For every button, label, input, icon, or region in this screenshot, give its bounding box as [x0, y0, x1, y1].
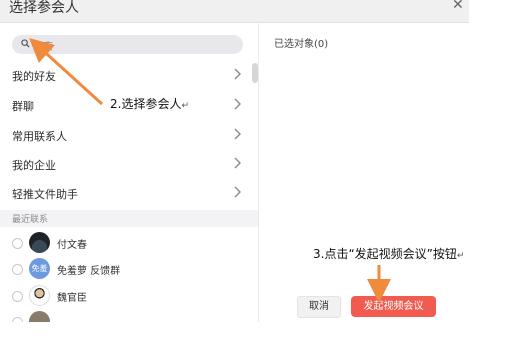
annotation-step3: 3.点击“发起视频会议”按钮↵	[313, 245, 464, 262]
chevron-right-icon	[234, 186, 241, 198]
radio-button[interactable]	[12, 317, 23, 322]
recent-contacts-label: 最近联系	[12, 215, 49, 225]
annotation-step2: 2.选择参会人↵	[110, 95, 189, 112]
search-input[interactable]: 搜索	[12, 35, 243, 54]
recent-contacts-header: 最近联系	[0, 210, 258, 227]
chevron-right-icon	[234, 157, 241, 169]
annotation-step3-text: 3.点击“发起视频会议”按钮	[313, 247, 457, 261]
avatar	[29, 285, 50, 306]
menu-item-frequent-contacts[interactable]: 常用联系人	[0, 121, 250, 149]
annotation-return-mark: ↵	[181, 101, 189, 111]
contact-name: 免羞萝 反馈群	[57, 266, 121, 277]
menu-item-label: 群聊	[12, 100, 34, 113]
chevron-right-icon	[234, 128, 241, 140]
search-icon	[21, 39, 30, 48]
menu-item-file-assistant[interactable]: 轻推文件助手	[0, 179, 250, 207]
select-participants-dialog: 选择参会人 ✕ 搜索 我的好友 群聊 常用联系人 我的企业 轻推文件助手 最近联…	[0, 0, 469, 322]
avatar: 免羞	[29, 258, 50, 279]
contact-name: 付文春	[57, 240, 87, 251]
selected-count-label: 已选对象(0)	[274, 39, 329, 50]
menu-item-label: 我的好友	[12, 70, 56, 83]
radio-button[interactable]	[12, 264, 23, 275]
menu-item-label: 常用联系人	[12, 130, 67, 143]
chevron-right-icon	[234, 68, 241, 80]
start-video-meeting-button[interactable]: 发起视频会议	[351, 296, 436, 317]
list-item[interactable]: 魏官臣	[0, 283, 250, 309]
radio-button[interactable]	[12, 291, 23, 302]
menu-item-friends[interactable]: 我的好友	[0, 61, 250, 89]
contact-picker-panel: 搜索 我的好友 群聊 常用联系人 我的企业 轻推文件助手 最近联系 付文春 免羞…	[0, 23, 258, 322]
annotation-return-mark: ↵	[456, 251, 465, 261]
dialog-title: 选择参会人	[9, 0, 79, 16]
selected-panel: 已选对象(0) 取消 发起视频会议	[258, 23, 470, 322]
dialog-title-bar: 选择参会人 ✕	[0, 0, 469, 23]
menu-item-my-enterprise[interactable]: 我的企业	[0, 150, 250, 178]
search-placeholder: 搜索	[33, 42, 53, 53]
avatar	[29, 311, 50, 322]
list-item[interactable]: 付文春	[0, 230, 250, 256]
contact-name: 魏官臣	[57, 293, 87, 304]
list-item[interactable]	[0, 309, 250, 322]
annotation-step2-text: 2.选择参会人	[110, 97, 182, 111]
avatar	[29, 232, 50, 253]
menu-item-label: 我的企业	[12, 159, 56, 172]
list-item[interactable]: 免羞 免羞萝 反馈群	[0, 256, 250, 282]
menu-item-label: 轻推文件助手	[12, 188, 78, 201]
radio-button[interactable]	[12, 238, 23, 249]
chevron-right-icon	[234, 98, 241, 110]
close-icon[interactable]: ✕	[452, 0, 464, 13]
cancel-button[interactable]: 取消	[297, 296, 341, 318]
